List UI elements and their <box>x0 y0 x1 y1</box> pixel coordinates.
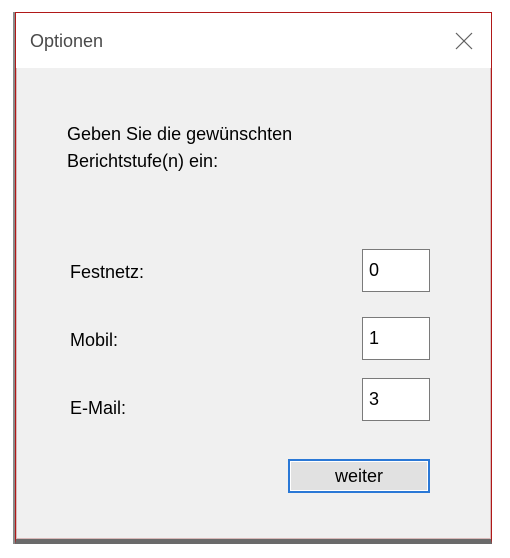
options-dialog: Optionen Geben Sie die gewünschten Beric… <box>15 12 492 544</box>
dialog-title: Optionen <box>30 31 104 51</box>
email-input[interactable] <box>362 378 430 421</box>
mobil-input[interactable] <box>362 317 430 360</box>
close-button[interactable] <box>436 13 491 68</box>
instruction-line-1: Geben Sie die gewünschten <box>67 124 293 144</box>
weiter-button[interactable]: weiter <box>288 459 430 493</box>
title-bar[interactable]: Optionen <box>16 13 491 68</box>
email-label: E-Mail: <box>70 398 127 418</box>
instruction-text: Geben Sie die gewünschten Berichtstufe(n… <box>67 121 397 175</box>
screen: Optionen Geben Sie die gewünschten Beric… <box>0 0 510 558</box>
mobil-label: Mobil: <box>70 330 119 350</box>
festnetz-input[interactable] <box>362 249 430 292</box>
close-icon <box>455 32 472 49</box>
festnetz-label: Festnetz: <box>70 262 145 282</box>
instruction-line-2: Berichtstufe(n) ein: <box>67 151 219 171</box>
